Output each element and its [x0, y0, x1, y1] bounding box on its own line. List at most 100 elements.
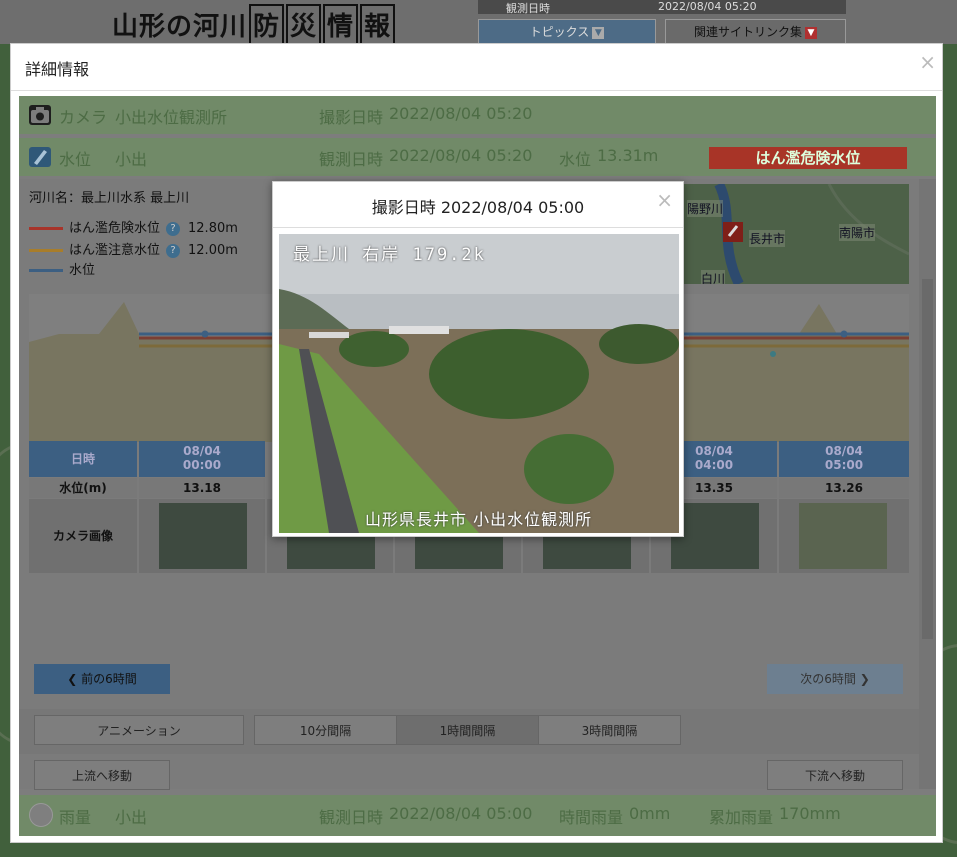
- help-icon[interactable]: ?: [166, 243, 181, 258]
- animation-button[interactable]: アニメーション: [34, 715, 244, 745]
- water-level-point: [770, 351, 776, 357]
- rainfall-row[interactable]: 雨量 小出 観測日時 2022/08/04 05:00 時間雨量 0mm 累加雨…: [19, 795, 936, 836]
- next-6h-label: 次の6時間: [800, 672, 856, 686]
- camera-row-time-value: 2022/08/04 05:20: [389, 104, 533, 123]
- legend-line: [29, 269, 63, 272]
- related-links-label: 関連サイトリンク集: [693, 25, 802, 39]
- topics-label: トピックス: [529, 25, 590, 39]
- rain-row-total-value: 170mm: [779, 804, 841, 823]
- scrollbar-thumb[interactable]: [922, 279, 933, 639]
- camera-row-time-label: 撮影日時: [319, 108, 384, 127]
- legend-label: 水位: [69, 263, 96, 278]
- site-title: 山形の河川防災情報: [112, 4, 396, 45]
- header-obs-value: 2022/08/04 05:20: [658, 0, 757, 13]
- arrow-down-icon: ▼: [805, 26, 817, 39]
- divider: [11, 90, 942, 91]
- rain-row-total-label: 累加雨量: [709, 808, 774, 827]
- chevron-left-icon: ❮: [67, 672, 82, 686]
- cell-date: 08/04: [825, 444, 863, 458]
- table-date-cell: 08/04 00:00: [139, 441, 265, 477]
- water-row-station: 小出: [115, 150, 148, 169]
- prev-6h-label: 前の6時間: [81, 672, 137, 686]
- cell-time: 05:00: [824, 458, 864, 472]
- legend-caution: はん濫注意水位? 12.00m: [29, 239, 238, 258]
- photo-title: 撮影日時 2022/08/04 05:00: [371, 198, 585, 217]
- water-level-point: [840, 330, 848, 338]
- water-level-row[interactable]: 水位 小出 観測日時 2022/08/04 05:20 水位 13.31m はん…: [19, 138, 936, 176]
- site-title-char: 報: [360, 4, 396, 45]
- map-label: 白川: [701, 270, 726, 284]
- camera-thumb-cell[interactable]: [139, 499, 265, 573]
- interval-10min-button[interactable]: 10分間隔: [254, 715, 397, 745]
- river-name: 河川名：最上川水系 最上川: [29, 191, 190, 206]
- water-area-left: [29, 302, 139, 442]
- map-label: 長井市: [749, 230, 786, 247]
- interval-3h-button[interactable]: 3時間間隔: [538, 715, 681, 745]
- camera-row-station: 小出水位観測所: [115, 108, 228, 127]
- water-row-level-value: 13.31m: [597, 146, 659, 165]
- status-badge: はん濫危険水位: [709, 147, 907, 169]
- next-6h-button[interactable]: 次の6時間 ❯: [767, 664, 903, 694]
- cell-time: 00:00: [182, 458, 222, 472]
- legend-value: 12.80m: [188, 221, 238, 236]
- cell-date: 08/04: [183, 444, 221, 458]
- chevron-right-icon: ❯: [855, 672, 870, 686]
- camera-thumbnail[interactable]: [799, 503, 887, 569]
- rain-row-time-label: 観測日時: [319, 808, 384, 827]
- site-title-char: 災: [286, 4, 322, 45]
- water-level-point: [201, 330, 209, 338]
- map-label: 陽野川: [687, 200, 724, 217]
- table-date-cell: 08/04 05:00: [779, 441, 909, 477]
- table-level-cell: 13.26: [779, 478, 909, 498]
- legend-line: [29, 227, 63, 230]
- camera-thumbnail[interactable]: [159, 503, 247, 569]
- prev-6h-button[interactable]: ❮ 前の6時間: [34, 664, 170, 694]
- rain-row-label: 雨量: [59, 808, 92, 827]
- rain-row-hourly-label: 時間雨量: [559, 808, 624, 827]
- water-level-icon: [29, 147, 51, 167]
- river-camera-photo: 最上川 右岸 179.2k 山形県長井市 小出水位観測所: [279, 234, 679, 533]
- photo-modal: 撮影日時 2022/08/04 05:00 × 最上川 右岸 179.2k 山形…: [272, 181, 684, 537]
- scrollbar[interactable]: [919, 179, 936, 789]
- site-title-char: 情: [323, 4, 359, 45]
- rain-row-station: 小出: [115, 808, 148, 827]
- legend-value: 12.00m: [188, 243, 238, 258]
- water-row-time-label: 観測日時: [319, 150, 384, 169]
- camera-icon: [29, 105, 51, 125]
- rain-icon: [29, 803, 53, 827]
- close-icon[interactable]: ×: [656, 188, 673, 212]
- legend-label: はん濫危険水位: [69, 221, 161, 236]
- site-title-char: 防: [249, 4, 285, 45]
- water-row-level-label: 水位: [559, 150, 592, 169]
- legend-label: はん濫注意水位: [69, 243, 161, 258]
- legend-line: [29, 249, 63, 252]
- location-map[interactable]: 陽野川 長井市 南陽市 白川: [679, 184, 909, 284]
- related-links-button[interactable]: 関連サイトリンク集 ▼: [665, 19, 846, 44]
- camera-row[interactable]: カメラ 小出水位観測所 撮影日時 2022/08/04 05:20: [19, 96, 936, 134]
- legend-level: 水位: [29, 259, 95, 278]
- camera-thumb-cell[interactable]: [779, 499, 909, 573]
- interval-1h-button[interactable]: 1時間間隔: [396, 715, 539, 745]
- animation-controls: アニメーション 10分間隔 1時間間隔 3時間間隔: [19, 709, 919, 754]
- header-obs-time: 観測日時 2022/08/04 05:20: [478, 0, 846, 15]
- table-header: カメラ画像: [29, 499, 137, 573]
- site-header: 山形の河川防災情報 観測日時 2022/08/04 05:20 トピックス ▼ 関…: [0, 0, 957, 45]
- downstream-button[interactable]: 下流へ移動: [767, 760, 903, 790]
- rain-row-time-value: 2022/08/04 05:00: [389, 804, 533, 823]
- close-icon[interactable]: ×: [919, 50, 936, 74]
- camera-thumbnail[interactable]: [671, 503, 759, 569]
- topics-button[interactable]: トピックス ▼: [478, 19, 656, 44]
- water-area-right: [689, 304, 909, 442]
- photo-caption-bottom: 山形県長井市 小出水位観測所: [365, 510, 593, 529]
- table-header: 日時: [29, 441, 137, 477]
- divider: [273, 227, 683, 228]
- table-header: 水位(m): [29, 478, 137, 498]
- upstream-button[interactable]: 上流へ移動: [34, 760, 170, 790]
- site-title-text: 山形の河川: [112, 12, 248, 42]
- table-level-cell: 13.18: [139, 478, 265, 498]
- rain-row-hourly-value: 0mm: [629, 804, 671, 823]
- photo-caption-top: 最上川 右岸 179.2k: [293, 245, 486, 265]
- header-obs-label: 観測日時: [506, 2, 550, 15]
- water-row-time-value: 2022/08/04 05:20: [389, 146, 533, 165]
- help-icon[interactable]: ?: [166, 221, 181, 236]
